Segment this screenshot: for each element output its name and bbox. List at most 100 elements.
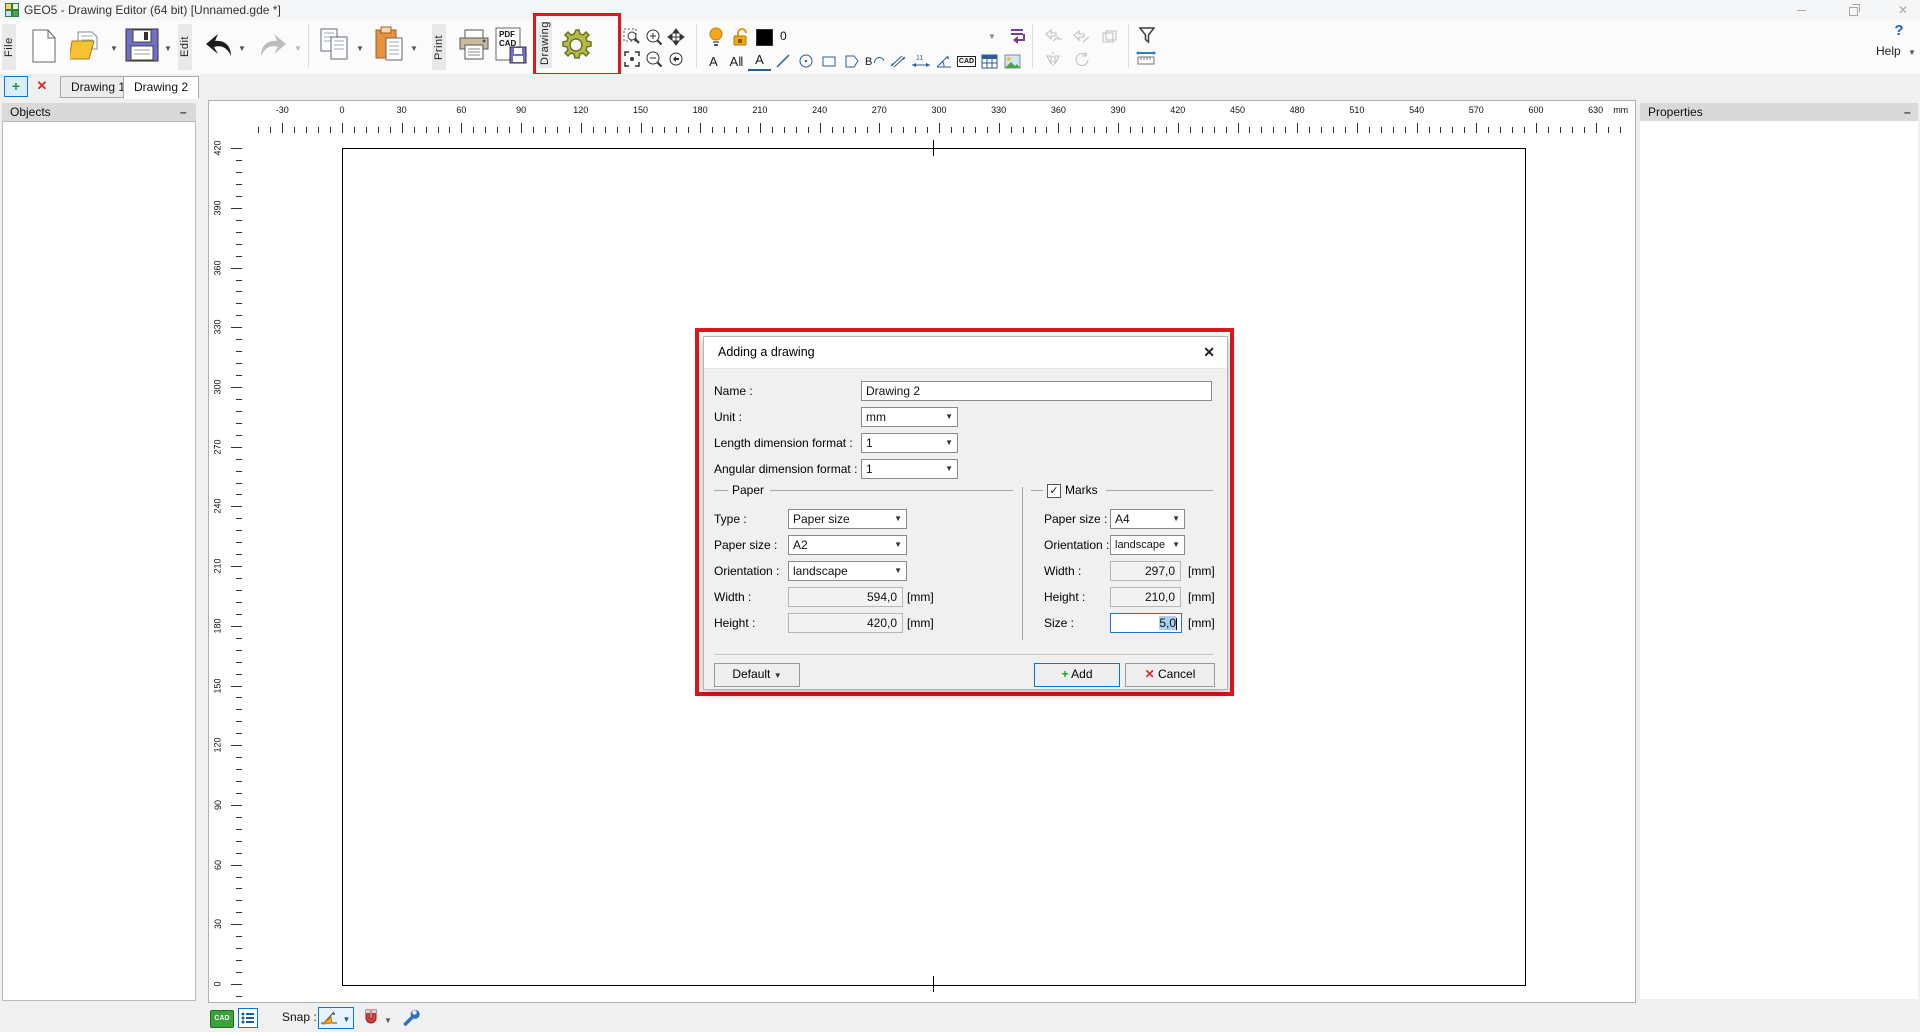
zoom-extents-icon[interactable] [620,48,643,70]
close-button[interactable]: ✕ [1888,2,1918,18]
zoom-previous-icon[interactable] [664,48,687,70]
line-tool-icon[interactable] [771,50,794,72]
filter-icon[interactable] [1138,26,1156,44]
length-format-select[interactable]: 1▼ [861,433,958,453]
print-button[interactable] [458,28,490,62]
ruler-h-label: 540 [1400,105,1434,115]
dimension-angular-icon[interactable] [932,50,955,72]
unit-select[interactable]: mm▼ [861,407,958,427]
cad-status-icon[interactable]: CAD [210,1010,234,1028]
name-input[interactable]: Drawing 2 [861,381,1212,401]
help-dropdown-icon[interactable]: ▼ [1908,48,1916,57]
zoom-window-icon[interactable] [620,26,643,48]
snap-mode-button[interactable] [318,1007,342,1029]
paper-orientation-select[interactable]: landscape▼ [788,561,907,581]
duplicate-objects-icon[interactable] [1098,26,1121,48]
edit-menu-label[interactable]: Edit [178,24,192,70]
drawing-settings-gear-button[interactable] [555,24,597,66]
save-dropdown-icon[interactable]: ▼ [164,44,172,53]
angular-format-label: Angular dimension format : [714,459,857,479]
rotate-objects-icon[interactable] [1070,48,1093,70]
zoom-in-icon[interactable] [642,26,665,48]
minimize-button[interactable] [1786,2,1816,18]
apply-style-icon[interactable] [1008,27,1028,47]
pdf-cad-export-button[interactable]: PDFCAD [494,27,528,65]
marks-orientation-select[interactable]: landscape▼ [1110,535,1185,555]
add-drawing-tab-button[interactable]: + [4,76,28,97]
properties-panel-content[interactable] [1640,121,1918,999]
settings-wrench-icon[interactable] [400,1007,420,1027]
angular-format-select[interactable]: 1▼ [861,459,958,479]
redo-button[interactable] [258,32,290,58]
marks-checkbox[interactable]: ✓ [1047,484,1061,498]
move-objects-icon[interactable] [1070,26,1093,48]
paste-dropdown-icon[interactable]: ▼ [410,44,418,53]
marks-paper-size-select[interactable]: A4▼ [1110,509,1185,529]
paste-button[interactable] [374,26,408,64]
objects-collapse-button[interactable]: – [180,103,187,121]
close-drawing-tab-button[interactable]: ✕ [32,76,52,95]
pan-icon[interactable] [664,26,687,48]
copy-button[interactable] [318,27,352,63]
circle-tool-icon[interactable] [794,50,817,72]
paper-type-select[interactable]: Paper size▼ [788,509,907,529]
ruler-h-tick [1596,123,1597,133]
new-file-button[interactable] [30,29,58,63]
cancel-button[interactable]: ✕ Cancel [1125,663,1215,687]
redo-dropdown-icon[interactable]: ▼ [294,44,302,53]
app-icon [5,3,19,17]
dimension-aligned-icon[interactable] [886,50,909,72]
ruler-v-tick [236,757,242,758]
table-tool-icon[interactable] [978,50,1001,72]
print-menu-label[interactable]: Print [432,24,446,70]
measure-icon[interactable] [1136,50,1156,66]
file-menu-label[interactable]: File [2,24,16,70]
open-dropdown-icon[interactable]: ▼ [110,44,118,53]
copy-objects-icon[interactable] [1042,26,1065,48]
help-label[interactable]: Help [1876,44,1901,58]
properties-collapse-button[interactable]: – [1904,103,1911,121]
dimension-linear-icon[interactable]: 11 [909,50,932,72]
snap-dropdown-icon[interactable]: ▼ [340,1007,354,1029]
undo-dropdown-icon[interactable]: ▼ [238,44,246,53]
ruler-v-tick [231,268,242,269]
ruler-h-tick [903,127,904,133]
mirror-objects-icon[interactable] [1042,48,1065,70]
ruler-h-tick [1464,127,1465,133]
help-icon[interactable]: ? [1884,22,1914,39]
image-tool-icon[interactable] [1001,50,1024,72]
copy-dropdown-icon[interactable]: ▼ [356,44,364,53]
tab-drawing-2[interactable]: Drawing 2 [123,76,199,99]
objects-panel-content[interactable] [2,121,196,1001]
lock-icon[interactable] [732,27,750,47]
visibility-bulb-icon[interactable] [708,27,724,47]
spline-tool-icon[interactable]: B [863,50,886,72]
layers-list-icon[interactable] [238,1008,258,1028]
ruler-v-tick [236,518,242,519]
dialog-close-icon[interactable]: ✕ [1203,344,1215,361]
polygon-tool-icon[interactable] [840,50,863,72]
rectangle-tool-icon[interactable] [817,50,840,72]
objects-panel-title: Objects [2,105,51,119]
zoom-out-icon[interactable] [642,48,665,70]
marks-size-input[interactable]: 5,0 [1110,613,1182,633]
cad-import-icon[interactable]: CAD [955,50,978,72]
save-button[interactable] [124,27,160,63]
magnet-dropdown-icon[interactable]: ▼ [384,1012,392,1026]
ruler-v-tick [236,900,242,901]
undo-button[interactable] [202,32,234,58]
line-style-selector[interactable]: 0 ▼ [756,27,1002,47]
add-button[interactable]: + Add [1034,663,1120,687]
line-style-dropdown-icon[interactable]: ▼ [988,32,996,41]
text-tool-icon[interactable]: A [702,50,725,72]
magnet-icon[interactable] [362,1008,380,1026]
ruler-v-tick [231,148,242,149]
ruler-h-tick [1584,127,1585,133]
default-button[interactable]: Default ▼ [714,663,800,687]
multiline-text-tool-icon[interactable]: A‖ [725,50,748,72]
text-field-tool-icon[interactable]: A [748,50,771,71]
drawing-menu-label[interactable]: Drawing [538,22,552,68]
paper-size-select[interactable]: A2▼ [788,535,907,555]
restore-button[interactable] [1838,2,1868,18]
open-file-button[interactable] [70,28,106,64]
